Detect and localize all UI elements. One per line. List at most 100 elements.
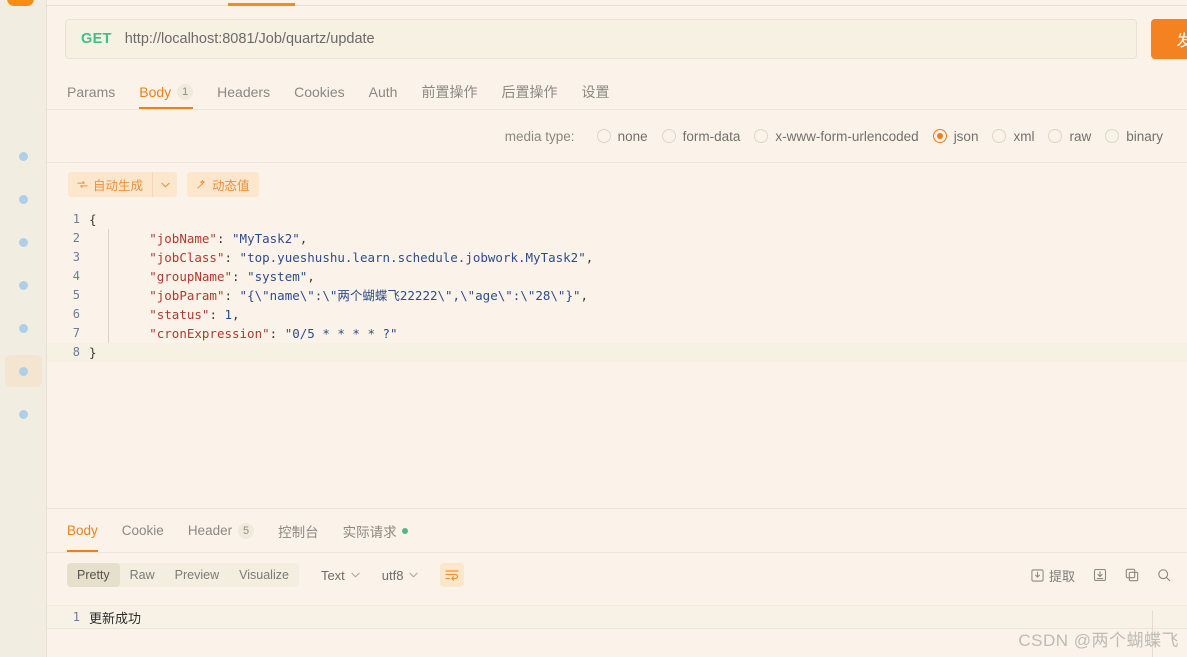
format-select[interactable]: Text (321, 568, 360, 583)
chevron-down-icon[interactable] (152, 172, 177, 197)
sidebar-item-3[interactable] (5, 226, 42, 258)
code-line[interactable]: 3 "jobClass": "top.yueshushu.learn.sched… (47, 248, 1187, 267)
send-button[interactable]: 发送 (1151, 19, 1187, 59)
tab-label: 实际请求 (342, 524, 397, 540)
code-line[interactable]: 1{ (47, 210, 1187, 229)
radio-icon[interactable] (596, 129, 611, 143)
search-button[interactable] (1157, 568, 1171, 582)
extract-label: 提取 (1048, 568, 1075, 584)
extract-button[interactable]: 提取 (1031, 566, 1075, 585)
code-line[interactable]: 5 "jobParam": "{\"name\":\"两个蝴蝶飞22222\",… (47, 286, 1187, 305)
tab-post-operation[interactable]: 后置操作 (501, 74, 557, 109)
tab-settings[interactable]: 设置 (581, 74, 609, 109)
line-number: 7 (72, 326, 80, 340)
sidebar-item-2[interactable] (5, 183, 42, 215)
save-button[interactable] (1093, 568, 1107, 582)
media-type-option-none[interactable]: none (596, 128, 648, 144)
response-body-viewer[interactable]: 1 更新成功 (47, 597, 1187, 657)
radio-icon-selected[interactable] (932, 129, 947, 143)
extract-icon (1031, 568, 1044, 582)
option-label: x-www-form-urlencoded (775, 128, 919, 144)
tab-label: 设置 (581, 83, 610, 100)
media-type-option-xml[interactable]: xml (992, 129, 1034, 144)
http-method-label[interactable]: GET (81, 31, 112, 47)
code-line[interactable]: 6 "status": 1, (47, 305, 1187, 324)
tab-label: 控制台 (278, 524, 319, 540)
code-line[interactable]: 4 "groupName": "system", (47, 267, 1187, 286)
url-input-box[interactable]: GET http://localhost:8081/Job/quartz/upd… (65, 19, 1137, 59)
tab-label: Body (139, 83, 172, 100)
media-type-option-form-data[interactable]: form-data (661, 128, 741, 144)
code-line[interactable]: 7 "cronExpression": "0/5 * * * * ?" (47, 324, 1187, 343)
sidebar-item-5[interactable] (5, 312, 42, 344)
tab-params[interactable]: Params (67, 74, 115, 109)
response-tab-console[interactable]: 控制台 (278, 509, 319, 552)
radio-icon[interactable] (1048, 129, 1063, 143)
request-body-editor[interactable]: 1{2 "jobName": "MyTask2", 3 "jobClass": "… (47, 206, 1187, 509)
header-count-badge: 5 (238, 522, 255, 539)
line-number: 8 (72, 345, 80, 359)
response-body-text: 更新成功 (89, 610, 142, 626)
chevron-down-icon (351, 572, 360, 578)
response-tab-cookie[interactable]: Cookie (122, 509, 164, 552)
sidebar-item-6-active[interactable] (5, 355, 42, 387)
tab-label: Headers (217, 83, 271, 100)
tab-headers[interactable]: Headers (217, 74, 270, 109)
code-text: "status": 1, (149, 307, 240, 322)
auto-generate-button[interactable]: 自动生成 (68, 172, 153, 197)
tab-label: Body (67, 523, 98, 538)
radio-icon[interactable] (1105, 129, 1120, 143)
response-tab-actual-request[interactable]: 实际请求 (343, 509, 408, 552)
tab-pre-operation[interactable]: 前置操作 (421, 74, 477, 109)
view-mode-visualize[interactable]: Visualize (229, 563, 299, 587)
tab-label: Auth (368, 83, 398, 100)
option-label: raw (1069, 128, 1092, 144)
sidebar-item-7[interactable] (5, 398, 42, 430)
media-type-option-binary[interactable]: binary (1105, 129, 1163, 144)
copy-button[interactable] (1125, 568, 1139, 582)
radio-icon[interactable] (992, 129, 1007, 143)
auto-generate-split-button[interactable]: 自动生成 (68, 172, 178, 197)
response-tab-header[interactable]: Header 5 (188, 509, 255, 552)
sidebar-item-4[interactable] (5, 269, 42, 301)
chevron-down-icon (409, 572, 419, 578)
tab-label: Params (67, 83, 116, 100)
auto-generate-label: 自动生成 (93, 179, 144, 193)
media-type-option-json[interactable]: json (932, 129, 978, 144)
encoding-select[interactable]: utf8 (382, 568, 419, 583)
radio-icon[interactable] (661, 129, 676, 143)
view-mode-preview[interactable]: Preview (165, 563, 229, 587)
line-number: 1 (72, 610, 80, 624)
code-line[interactable]: 2 "jobName": "MyTask2", (47, 229, 1187, 248)
radio-icon[interactable] (754, 129, 769, 143)
sidebar-item-1[interactable] (5, 140, 42, 172)
wrap-text-button[interactable] (440, 563, 465, 587)
media-type-row: media type: none form-data x-www-form-ur… (47, 110, 1187, 163)
tab-label: Cookies (294, 83, 345, 100)
request-url-bar: GET http://localhost:8081/Job/quartz/upd… (47, 6, 1187, 70)
tab-label: 前置操作 (421, 83, 478, 100)
tab-body[interactable]: Body 1 (139, 74, 194, 109)
line-number: 1 (72, 212, 80, 226)
code-lines-container[interactable]: 1{2 "jobName": "MyTask2", 3 "jobClass": "… (47, 206, 1187, 362)
url-text[interactable]: http://localhost:8081/Job/quartz/update (125, 31, 375, 47)
code-line[interactable]: 8} (47, 343, 1187, 362)
media-type-option-raw[interactable]: raw (1048, 129, 1091, 144)
option-label: none (617, 128, 648, 144)
code-text: "jobParam": "{\"name\":\"两个蝴蝶飞22222\",\"… (149, 288, 589, 303)
dynamic-value-button[interactable]: 动态值 (187, 172, 259, 197)
response-body-line: 1 更新成功 (47, 605, 1187, 629)
option-label: form-data (682, 128, 741, 144)
media-type-label: media type: (504, 128, 575, 144)
format-select-value: Text (320, 567, 345, 583)
search-icon (1157, 568, 1171, 582)
code-text: "jobClass": "top.yueshushu.learn.schedul… (149, 250, 594, 265)
media-type-option-urlencoded[interactable]: x-www-form-urlencoded (754, 128, 919, 144)
status-dot-icon (401, 527, 408, 534)
view-mode-pretty[interactable]: Pretty (67, 563, 120, 587)
tab-cookies[interactable]: Cookies (294, 74, 345, 109)
request-tab-bar: Params Body 1 Headers Cookies Auth 前置操作 … (47, 74, 1187, 110)
response-tab-body[interactable]: Body (67, 509, 98, 552)
view-mode-raw[interactable]: Raw (120, 563, 165, 587)
tab-auth[interactable]: Auth (369, 74, 398, 109)
